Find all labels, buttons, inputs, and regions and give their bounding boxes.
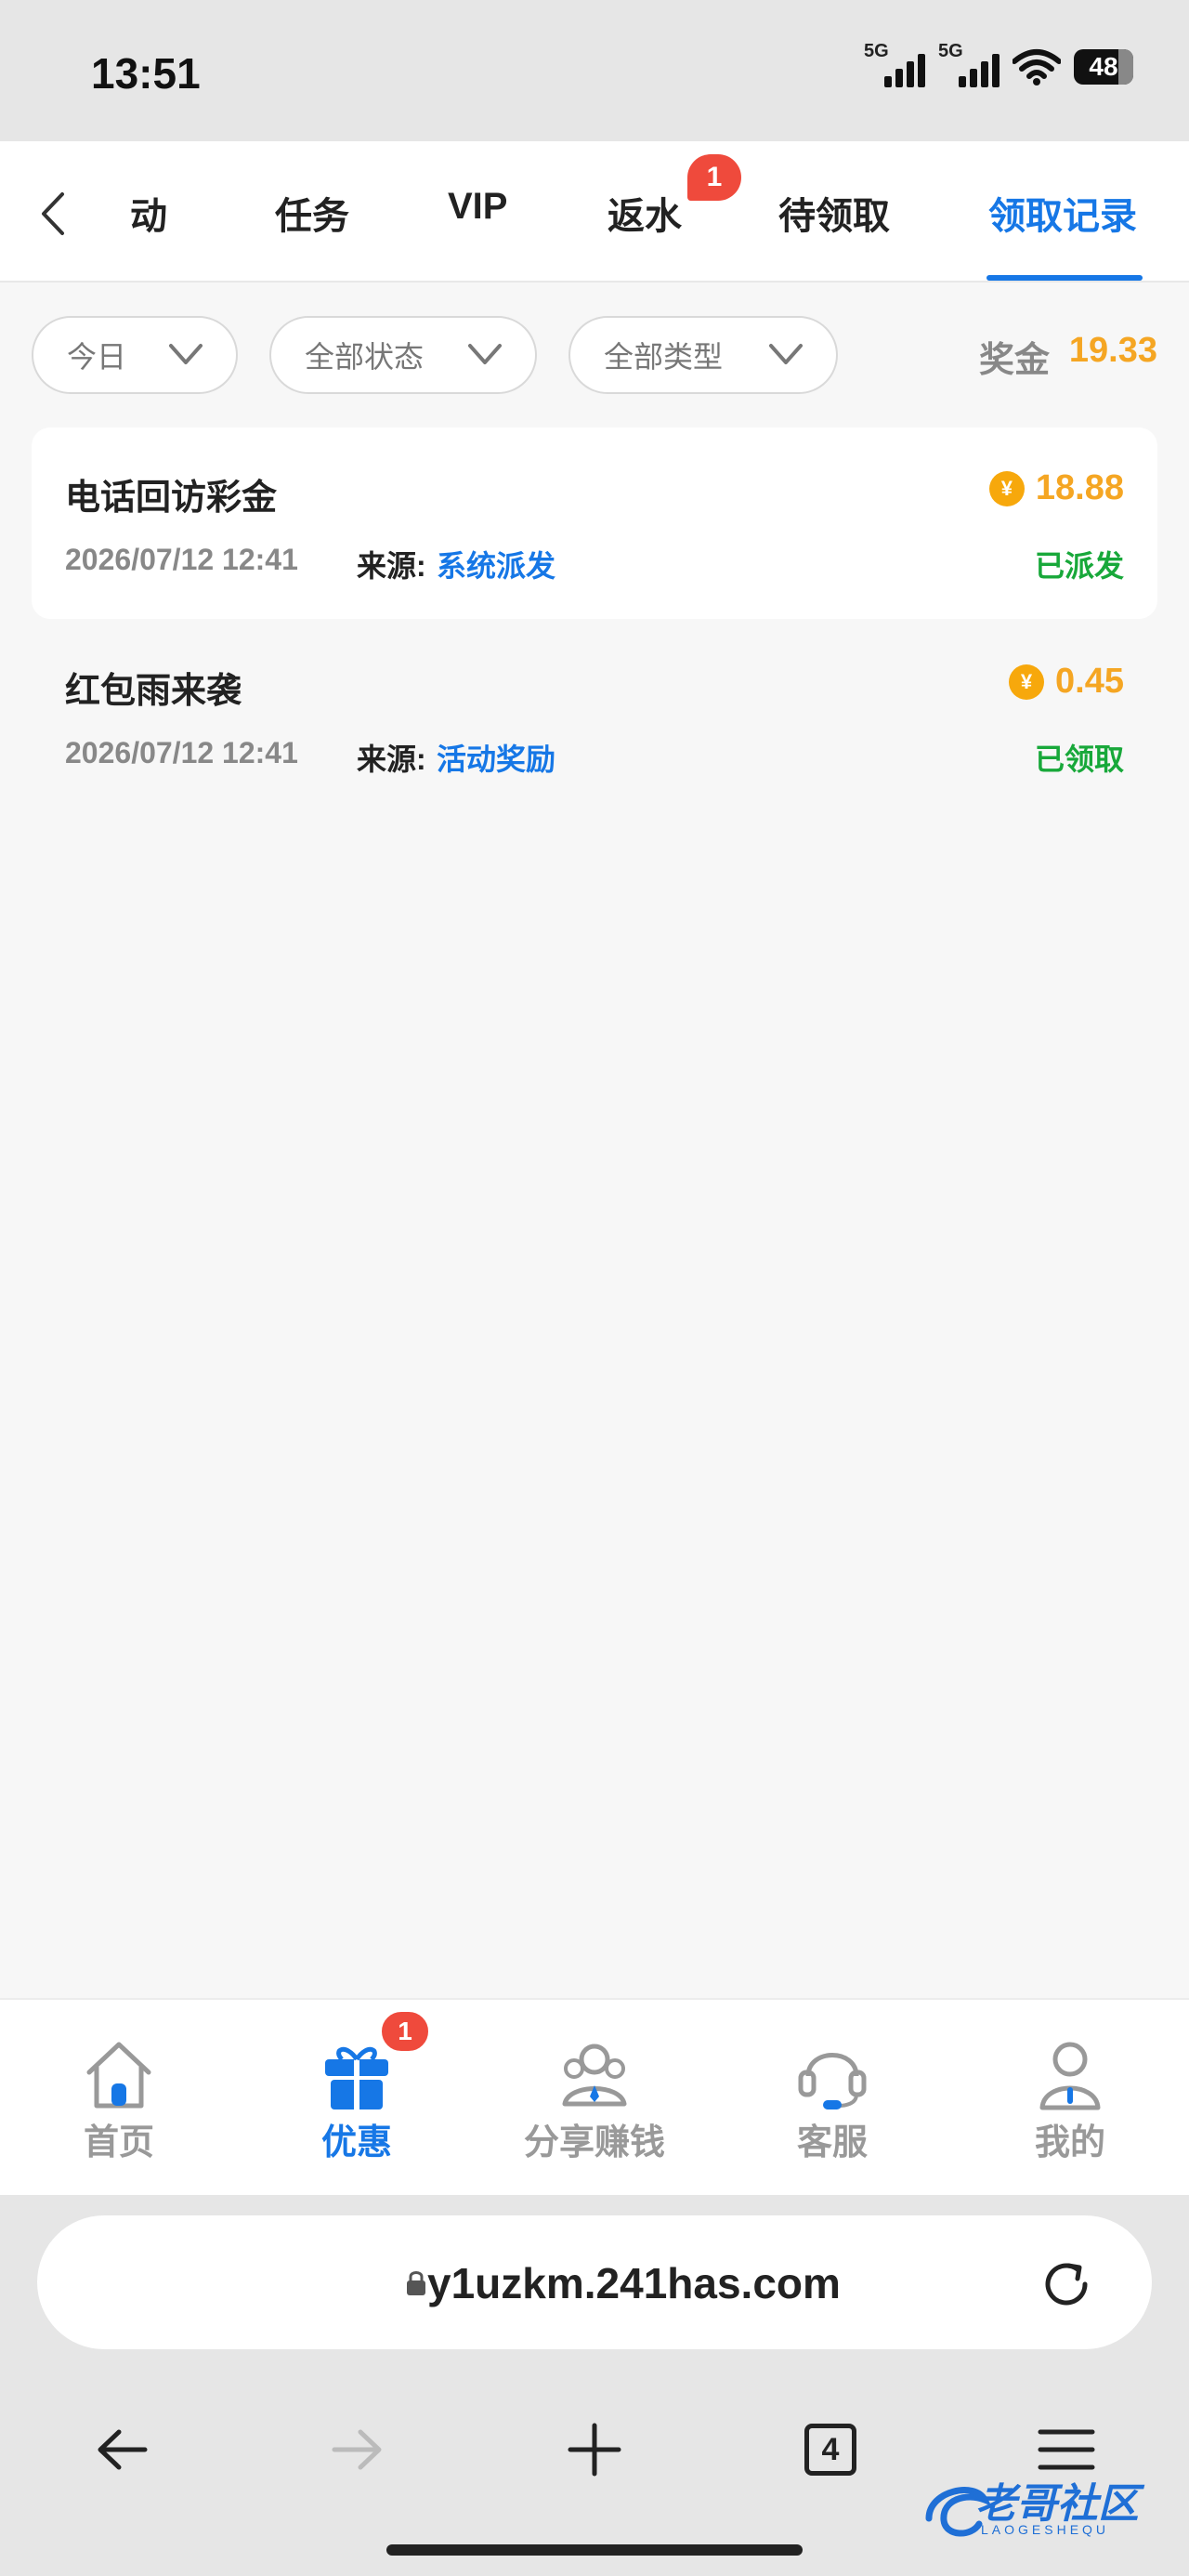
browser-back-button[interactable] [85, 2416, 160, 2483]
address-bar[interactable]: y1uzkm.241has.com [37, 2215, 1152, 2349]
type-filter-label: 全部类型 [604, 340, 724, 374]
record-date: 2026/07/12 12:41 [65, 543, 298, 576]
bonus-label: 奖金 [978, 341, 1050, 380]
gift-icon [325, 2046, 388, 2109]
record-title: 红包雨来袭 [65, 672, 242, 711]
wifi-icon [1013, 49, 1061, 85]
lock-icon [407, 2271, 425, 2295]
tab-activity[interactable]: 动 [130, 186, 167, 240]
nav-offers[interactable]: 优惠 [264, 2037, 450, 2164]
nav-profile-label: 我的 [1034, 2123, 1105, 2162]
chevron-left-icon [42, 192, 64, 235]
share-earn-icon [562, 2044, 627, 2107]
tab-pending[interactable]: 待领取 [778, 186, 890, 240]
profile-icon [1039, 2042, 1101, 2110]
watermark-logo: 老哥社区 LAOGESHEQU [920, 2466, 1180, 2550]
battery-icon: 48 [1074, 49, 1133, 85]
record-source: 活动奖励 [437, 743, 556, 776]
cellular-signal-icon: 5G [864, 41, 925, 87]
battery-level: 48 [1089, 52, 1118, 81]
arrow-left-icon [98, 2429, 148, 2470]
coin-icon: ¥ [1009, 664, 1045, 700]
network-type-label-2: 5G [938, 41, 963, 61]
chevron-down-icon [468, 344, 502, 364]
nav-support-label: 客服 [796, 2123, 868, 2162]
record-status: 已领取 [1034, 743, 1124, 776]
type-filter[interactable]: 全部类型 [568, 316, 838, 394]
coin-icon: ¥ [988, 470, 1025, 506]
tab-header: 动 任务 VIP 返水 待领取 领取记录 [0, 141, 1189, 283]
watermark-subtext: LAOGESHEQU [981, 2522, 1110, 2537]
record-amount: ¥ 0.45 [1009, 662, 1124, 702]
home-indicator [386, 2544, 803, 2556]
tab-tasks[interactable]: 任务 [275, 186, 349, 240]
status-filter[interactable]: 全部状态 [269, 316, 537, 394]
tabs-button[interactable]: 4 [793, 2416, 868, 2483]
cellular-signal-icon-2: 5G [938, 41, 1000, 87]
offers-badge: 1 [379, 2009, 431, 2054]
bonus-total: 19.33 [1068, 331, 1157, 370]
network-type-label: 5G [864, 41, 889, 61]
bottom-nav: 首页 优惠 分享赚钱 客服 我的 [0, 1998, 1189, 2195]
amount-value: 0.45 [1055, 662, 1124, 701]
reload-icon[interactable] [1037, 2254, 1096, 2314]
new-tab-button[interactable] [557, 2416, 632, 2483]
chevron-down-icon [169, 344, 203, 364]
record-title: 电话回访彩金 [65, 479, 278, 518]
watermark-text: 老哥社区 [975, 2481, 1139, 2527]
tab-count: 4 [804, 2424, 856, 2476]
rebate-badge: 1 [687, 154, 741, 201]
nav-profile[interactable]: 我的 [977, 2037, 1163, 2164]
tab-claim-records[interactable]: 领取记录 [988, 186, 1137, 240]
amount-value: 18.88 [1035, 468, 1124, 507]
nav-support[interactable]: 客服 [739, 2037, 925, 2164]
record-amount: ¥ 18.88 [988, 468, 1124, 508]
status-icons: 5G 5G 48 [864, 41, 1133, 87]
nav-share-earn-label: 分享赚钱 [523, 2123, 665, 2162]
plus-icon [568, 2423, 621, 2477]
status-time: 13:51 [91, 49, 201, 98]
home-icon [86, 2042, 151, 2109]
nav-share-earn[interactable]: 分享赚钱 [502, 2037, 687, 2164]
date-filter-label: 今日 [67, 340, 127, 374]
record-status: 已派发 [1034, 549, 1124, 583]
headset-icon [798, 2053, 867, 2109]
browser-forward-button[interactable] [320, 2416, 394, 2483]
status-filter-label: 全部状态 [305, 340, 425, 374]
record-source: 系统派发 [437, 549, 556, 583]
source-label: 来源: [357, 549, 426, 583]
nav-offers-label: 优惠 [320, 2123, 392, 2162]
record-item: 电话回访彩金 ¥ 18.88 2026/07/12 12:41 来源: 系统派发… [32, 427, 1157, 619]
arrow-right-icon [332, 2429, 382, 2470]
tab-rebate[interactable]: 返水 [608, 186, 682, 240]
tab-vip[interactable]: VIP [448, 186, 507, 228]
active-tab-indicator [986, 275, 1143, 281]
url-text: y1uzkm.241has.com [427, 2259, 841, 2307]
chevron-down-icon [769, 344, 803, 364]
source-label: 来源: [357, 743, 426, 776]
back-button[interactable] [33, 188, 71, 240]
nav-home[interactable]: 首页 [26, 2037, 212, 2164]
date-filter[interactable]: 今日 [32, 316, 238, 394]
record-date: 2026/07/12 12:41 [65, 736, 298, 769]
status-bar: 13:51 5G 5G 48 [0, 0, 1189, 141]
record-item: 红包雨来袭 ¥ 0.45 2026/07/12 12:41 来源: 活动奖励 已… [32, 621, 1157, 812]
nav-home-label: 首页 [83, 2123, 154, 2162]
